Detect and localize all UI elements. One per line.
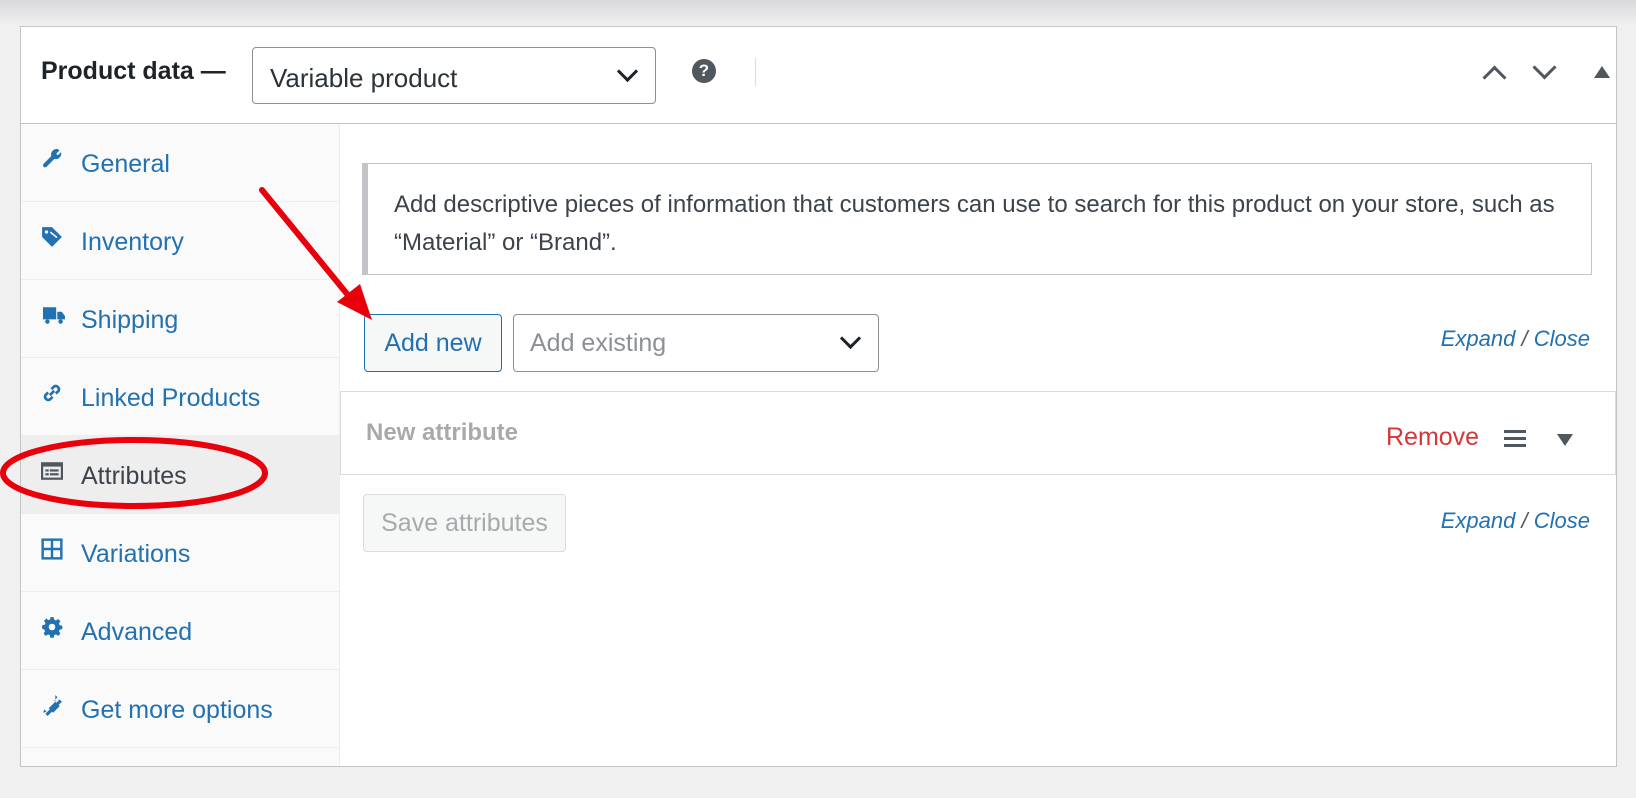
- drag-handle-icon[interactable]: [1504, 430, 1526, 448]
- tab-shipping[interactable]: Shipping: [21, 280, 339, 358]
- panel-header: Product data — Variable product ?: [21, 27, 1616, 124]
- product-data-tabs: General Inventory Shipping Linked Produc…: [21, 124, 340, 766]
- tag-icon: [42, 227, 62, 247]
- remove-attribute-link[interactable]: Remove: [1386, 423, 1479, 452]
- notice-text: Add descriptive pieces of information th…: [394, 191, 1555, 256]
- wrench-icon: [43, 149, 62, 168]
- tab-label: Linked Products: [81, 384, 261, 412]
- expand-triangle-icon[interactable]: [1557, 434, 1573, 446]
- add-existing-placeholder: Add existing: [530, 329, 667, 357]
- tab-get-more-options[interactable]: Get more options: [21, 670, 339, 748]
- collapse-triangle-icon[interactable]: [1594, 66, 1610, 78]
- tab-label: Variations: [81, 540, 191, 568]
- expand-link[interactable]: Expand: [1441, 508, 1516, 533]
- close-link[interactable]: Close: [1534, 508, 1590, 533]
- product-type-select[interactable]: Variable product: [252, 47, 656, 104]
- tab-attributes[interactable]: Attributes: [21, 436, 339, 514]
- separator: /: [1521, 326, 1528, 351]
- link-icon: [43, 384, 61, 402]
- expand-close-bottom: Expand / Close: [1441, 508, 1590, 534]
- tab-label: Get more options: [81, 696, 273, 724]
- expand-link[interactable]: Expand: [1441, 326, 1516, 351]
- save-attributes-button[interactable]: Save attributes: [363, 494, 566, 552]
- tab-label: Advanced: [81, 618, 193, 646]
- tab-label: Shipping: [81, 306, 179, 334]
- expand-close-top: Expand / Close: [1441, 326, 1590, 352]
- panel-title: Product data —: [41, 57, 226, 85]
- move-up-chevron-icon[interactable]: [1482, 65, 1507, 90]
- page-top-shadow: [0, 0, 1636, 26]
- grid-icon: [41, 538, 63, 560]
- tab-variations[interactable]: Variations: [21, 514, 339, 592]
- tab-linked-products[interactable]: Linked Products: [21, 358, 339, 436]
- separator: /: [1521, 508, 1528, 533]
- chevron-down-icon: [839, 327, 862, 350]
- attribute-name: New attribute: [366, 419, 519, 446]
- attributes-info-notice: Add descriptive pieces of information th…: [362, 163, 1592, 275]
- close-link[interactable]: Close: [1534, 326, 1590, 351]
- question-circle-icon[interactable]: ?: [692, 59, 716, 83]
- move-down-chevron-icon[interactable]: [1532, 55, 1557, 80]
- tab-inventory[interactable]: Inventory: [21, 202, 339, 280]
- tab-general[interactable]: General: [21, 124, 339, 202]
- tab-advanced[interactable]: Advanced: [21, 592, 339, 670]
- gear-icon: [42, 617, 63, 638]
- plugin-icon: [43, 695, 62, 716]
- add-new-attribute-button[interactable]: Add new: [364, 314, 502, 372]
- attribute-row[interactable]: New attribute Remove: [340, 391, 1616, 475]
- product-type-value: Variable product: [270, 63, 458, 93]
- tab-label: Inventory: [81, 228, 184, 256]
- add-existing-attribute-select[interactable]: Add existing: [513, 314, 879, 372]
- chevron-down-icon: [616, 60, 639, 83]
- tab-label: General: [81, 150, 170, 178]
- tab-label: Attributes: [81, 462, 187, 490]
- header-divider: [755, 58, 756, 86]
- truck-icon: [43, 307, 65, 324]
- list-card-icon: [41, 462, 63, 480]
